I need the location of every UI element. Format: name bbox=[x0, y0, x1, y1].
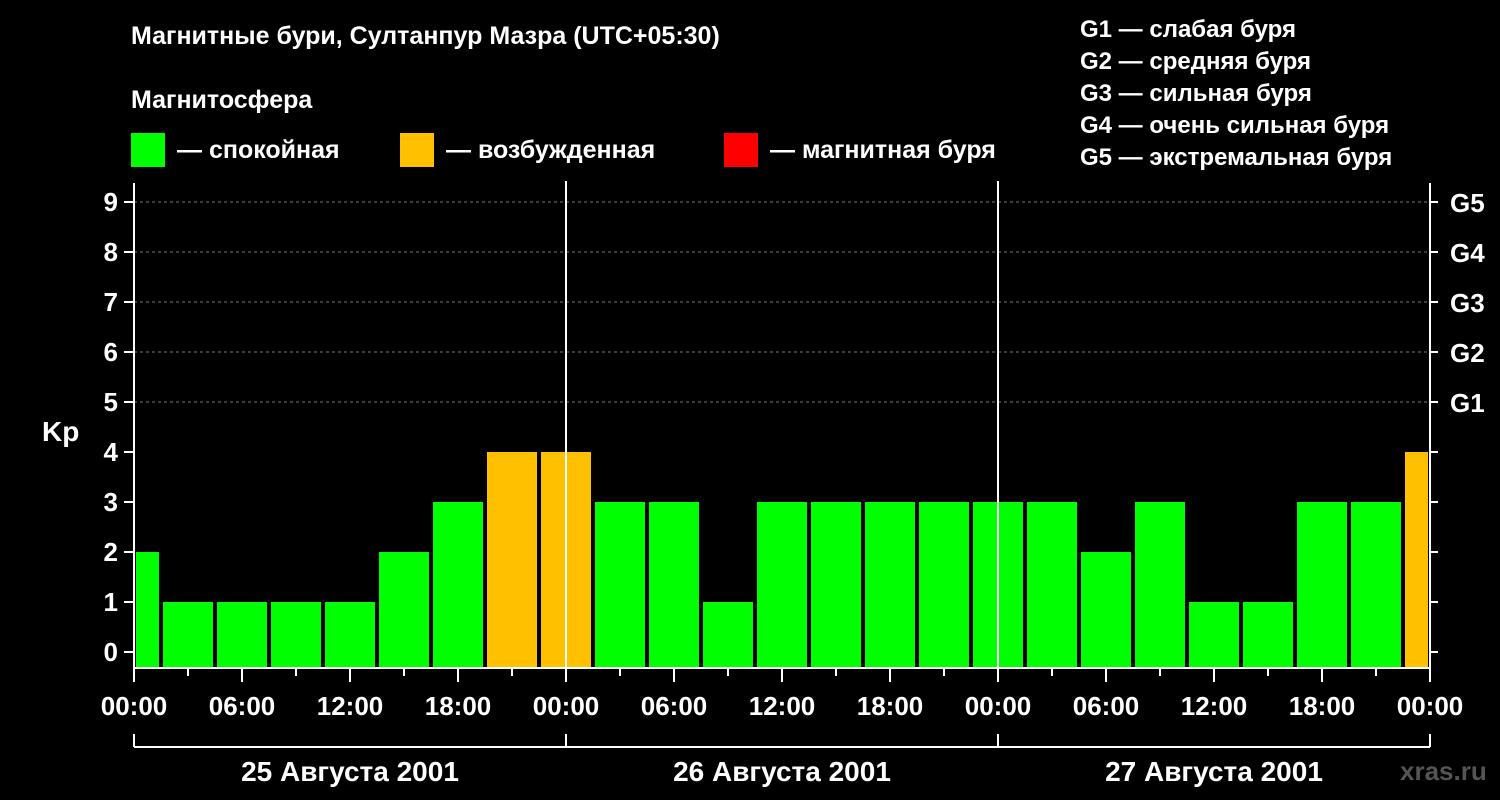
y-tick-label-4: 4 bbox=[104, 437, 119, 467]
x-tick-label-10: 12:00 bbox=[1181, 691, 1248, 721]
y-tick-label-7: 7 bbox=[104, 287, 118, 317]
x-tick-label-4: 00:00 bbox=[533, 691, 600, 721]
y-tick-label-6: 6 bbox=[104, 337, 118, 367]
x-tick-label-5: 06:00 bbox=[641, 691, 708, 721]
bar-4 bbox=[325, 602, 375, 668]
day-label-2: 27 Августа 2001 bbox=[1105, 756, 1323, 787]
y-tick-label-3: 3 bbox=[104, 487, 118, 517]
bar-9 bbox=[595, 502, 645, 668]
x-tick-label-3: 18:00 bbox=[425, 691, 492, 721]
bar-10 bbox=[649, 502, 699, 668]
watermark: xras.ru bbox=[1400, 756, 1487, 786]
x-tick-label-6: 12:00 bbox=[749, 691, 816, 721]
x-tick-label-7: 18:00 bbox=[857, 691, 924, 721]
bar-22 bbox=[1297, 502, 1347, 668]
x-tick-label-12: 00:00 bbox=[1397, 691, 1464, 721]
y-tick-label-0: 0 bbox=[104, 637, 118, 667]
g-tick-label-g5: G5 bbox=[1450, 188, 1485, 218]
bar-1 bbox=[163, 602, 213, 668]
x-tick-label-0: 00:00 bbox=[101, 691, 168, 721]
day-label-0: 25 Августа 2001 bbox=[241, 756, 459, 787]
x-tick-label-2: 12:00 bbox=[317, 691, 384, 721]
x-tick-label-1: 06:00 bbox=[209, 691, 276, 721]
y-tick-label-5: 5 bbox=[104, 387, 118, 417]
day-label-1: 26 Августа 2001 bbox=[673, 756, 891, 787]
y-axis-label: Kp bbox=[42, 416, 79, 447]
bar-14 bbox=[865, 502, 915, 668]
g-tick-label-g3: G3 bbox=[1450, 288, 1485, 318]
bar-6 bbox=[433, 502, 483, 668]
bar-11 bbox=[703, 602, 753, 668]
bar-2 bbox=[217, 602, 267, 668]
kp-bar-chart: 0 1 2 3 4 5 6 7 8 9 G1 G2 G3 G4 G5 Kp 00:00 06:00 12:00 18:… bbox=[42, 181, 1485, 787]
y-tick-label-9: 9 bbox=[104, 187, 118, 217]
bar-17 bbox=[1027, 502, 1077, 668]
bar-19 bbox=[1135, 502, 1185, 668]
x-tick-label-8: 00:00 bbox=[965, 691, 1032, 721]
y-tick-label-1: 1 bbox=[104, 587, 118, 617]
bar-23 bbox=[1351, 502, 1401, 668]
bar-18 bbox=[1081, 552, 1131, 668]
x-tick-label-11: 18:00 bbox=[1289, 691, 1356, 721]
x-tick-label-9: 06:00 bbox=[1073, 691, 1140, 721]
y-tick-label-8: 8 bbox=[104, 237, 118, 267]
bar-13 bbox=[811, 502, 861, 668]
bar-20 bbox=[1189, 602, 1239, 668]
bar-0 bbox=[136, 552, 159, 668]
bar-7 bbox=[487, 452, 537, 668]
g-tick-label-g4: G4 bbox=[1450, 238, 1485, 268]
bar-15 bbox=[919, 502, 969, 668]
bar-5 bbox=[379, 552, 429, 668]
bar-21 bbox=[1243, 602, 1293, 668]
bar-24 bbox=[1405, 452, 1428, 668]
y-tick-label-2: 2 bbox=[104, 537, 118, 567]
g-tick-label-g2: G2 bbox=[1450, 338, 1485, 368]
bar-12 bbox=[757, 502, 807, 668]
bar-3 bbox=[271, 602, 321, 668]
g-tick-label-g1: G1 bbox=[1450, 388, 1485, 418]
